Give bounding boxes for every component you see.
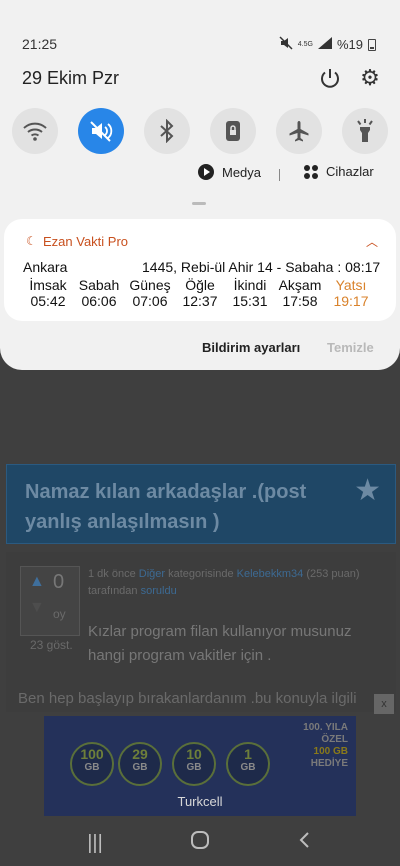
meta-time: 1 dk önce [88,568,136,580]
panel-date: 29 Ekim Pzr [22,68,120,88]
navigation-bar: ||| [0,820,400,866]
ad-package: 10 GB [170,732,218,790]
prayer-sabah: Sabah 06:06 [78,277,120,309]
status-icons: 4.5G %19 [279,36,376,53]
vote-label: oy [53,607,66,621]
home-icon[interactable] [185,830,215,856]
question-body: ▲ 0 ▼ oy 23 göst. 1 dk önce Diğer katego… [6,552,396,712]
network-type: 4.5G [297,41,313,48]
quick-panel: 21:25 4.5G %19 29 Ekim Pzr ⚙ Medya Cihaz… [0,0,400,370]
rotation-lock-tile[interactable] [210,108,256,154]
answer-preview: Ben hep başlayıp bırakanlardanım .bu kon… [18,690,357,707]
rotation-lock-icon [226,121,240,141]
battery-icon [368,38,376,51]
ad-package: 100 GB [68,732,116,790]
flashlight-icon [357,119,373,142]
mute-status-icon [279,36,293,53]
ad-promo-text: 100. YILA ÖZEL 100 GB HEDİYE [303,722,348,769]
vote-down-icon[interactable]: ▼ [29,599,45,617]
question-title-banner: Namaz kılan arkadaşlar .(post yanlış anl… [6,464,396,544]
question-title[interactable]: Namaz kılan arkadaşlar .(post yanlış anl… [25,477,345,537]
user-link[interactable]: Kelebekkm34 [237,568,304,580]
hijri-date: 1445, Rebi-ül Ahir 14 - Sabaha : 08:17 [142,259,381,275]
vote-box: ▲ 0 ▼ oy [20,566,80,636]
airplane-tile[interactable] [276,108,322,154]
clear-button[interactable]: Temizle [327,340,374,355]
vote-up-icon[interactable]: ▲ [29,573,45,591]
prayer-ogle: Öğle 12:37 [182,277,218,309]
ad-brand: Turkcell [177,794,223,809]
collapse-chevron-icon[interactable]: ︿ [366,233,378,250]
prayer-ikindi: İkindi 15:31 [232,277,268,309]
flashlight-tile[interactable] [342,108,388,154]
prayer-gunes: Güneş 07:06 [129,277,171,309]
back-icon[interactable] [290,830,320,856]
battery-percent: %19 [336,37,363,52]
meta-mid: kategorisinde [168,568,234,580]
media-button[interactable]: Medya [198,164,261,180]
divider [279,169,280,181]
wifi-icon [23,122,47,141]
signal-icon [317,37,332,52]
mute-tile[interactable] [78,108,124,154]
crescent-icon: ☾ [26,234,37,248]
asked-link[interactable]: soruldu [141,585,177,597]
city-name: Ankara [23,259,68,275]
ad-close-button[interactable]: x [374,694,394,714]
devices-button[interactable]: Cihazlar [304,164,374,179]
user-points: (253 puan) [306,568,360,580]
star-icon[interactable]: ★ [354,473,381,508]
meta-suffix: tarafından [88,585,138,597]
play-icon [198,164,214,180]
panel-drag-handle[interactable] [192,202,206,205]
category-link[interactable]: Diğer [139,568,165,580]
bluetooth-icon [160,119,174,143]
prayer-aksam: Akşam 17:58 [278,277,322,309]
prayer-notification[interactable]: ☾ Ezan Vakti Pro ︿ Ankara 1445, Rebi-ül … [4,219,396,321]
airplane-icon [289,121,309,142]
ad-banner[interactable]: 100 GB 29 GB 10 GB 1 GB 100. YILA ÖZEL 1… [44,716,356,816]
gear-icon[interactable]: ⚙ [358,66,382,90]
status-time: 21:25 [22,36,58,52]
question-text: Kızlar program filan kullanıyor musunuz … [88,623,352,664]
vote-count: 0 [53,571,65,593]
app-name: Ezan Vakti Pro [43,234,129,249]
mute-icon [90,121,113,142]
wifi-tile[interactable] [12,108,58,154]
ad-package: 29 GB [116,732,164,790]
notification-settings-button[interactable]: Bildirim ayarları [202,340,300,355]
power-icon[interactable] [318,66,342,90]
question-meta: 1 dk önce Diğer kategorisinde Kelebekkm3… [88,566,388,600]
prayer-imsak: İmsak 05:42 [29,277,67,309]
bluetooth-tile[interactable] [144,108,190,154]
view-count: 23 göst. [30,638,73,652]
media-devices-row: Medya Cihazlar [0,164,400,188]
prayer-yatsi: Yatsı 19:17 [333,277,369,309]
recents-icon[interactable]: ||| [80,830,110,856]
devices-icon [304,164,318,179]
